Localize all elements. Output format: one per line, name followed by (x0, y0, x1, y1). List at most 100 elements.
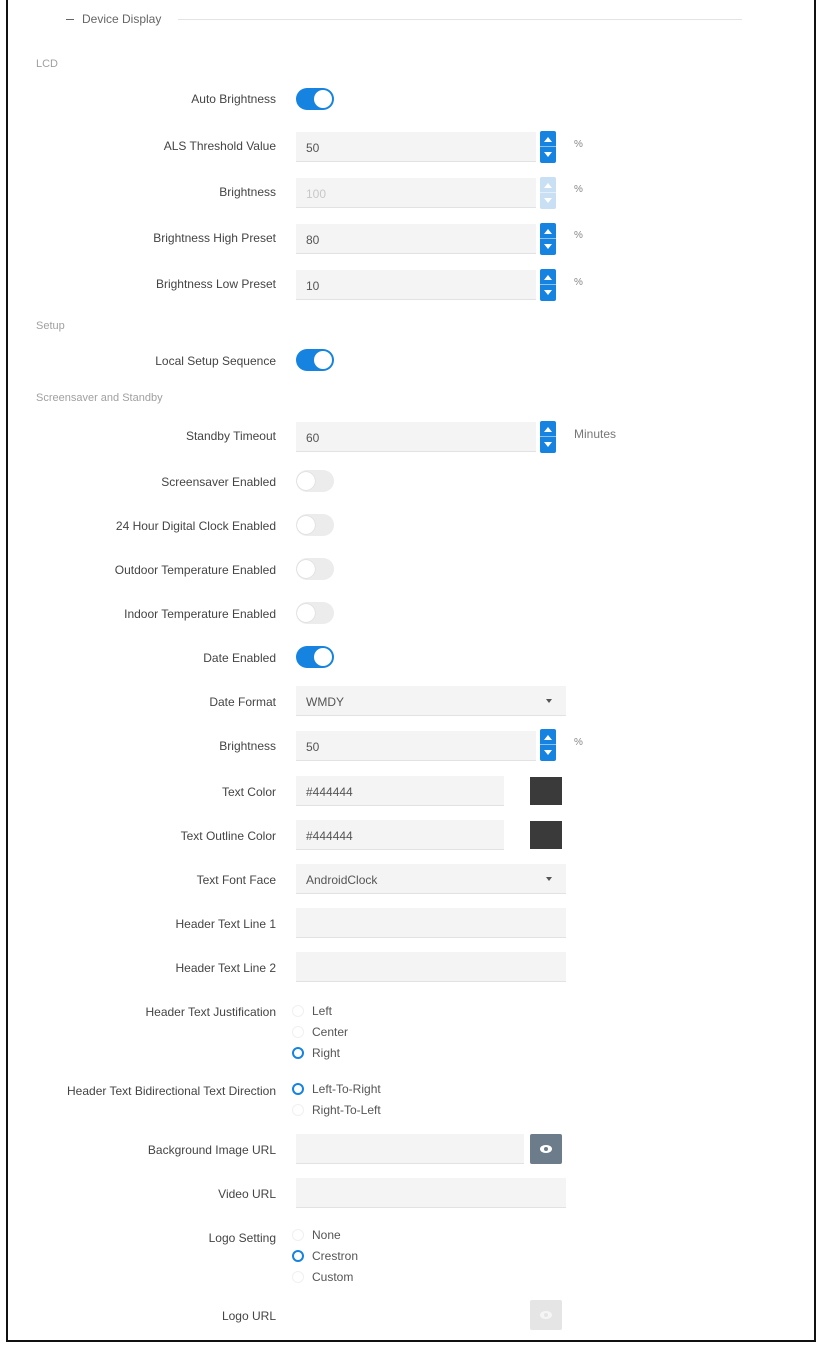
group-heading-lcd: LCD (36, 58, 59, 70)
als-threshold-label: ALS Threshold Value (163, 139, 276, 153)
eye-icon (540, 1145, 552, 1153)
section-divider (178, 19, 742, 20)
logo-setting-label: Logo Setting (208, 1231, 276, 1245)
indoor-temperature-toggle[interactable] (296, 602, 334, 624)
brightness-low-preset-stepper[interactable] (540, 269, 556, 301)
brightness-label: Brightness (219, 185, 276, 199)
chevron-down-icon[interactable] (546, 699, 552, 703)
eye-icon (540, 1311, 552, 1319)
text-outline-color-label: Text Outline Color (180, 829, 276, 843)
local-setup-sequence-toggle[interactable] (296, 349, 334, 371)
background-image-url-label: Background Image URL (147, 1143, 276, 1157)
radio-button-icon[interactable] (292, 1025, 304, 1038)
als-threshold-stepper[interactable] (540, 131, 556, 163)
justification-option-right[interactable]: Right (292, 1045, 340, 1063)
header-text-line-2-input[interactable] (296, 952, 566, 982)
indoor-temperature-label: Indoor Temperature Enabled (124, 607, 276, 621)
screensaver-brightness-unit: % (574, 737, 583, 748)
radio-button-icon[interactable] (292, 1270, 304, 1283)
brightness-low-preset-label: Brightness Low Preset (155, 277, 276, 291)
clock-enabled-toggle[interactable] (296, 514, 334, 536)
text-outline-color-input[interactable]: #444444 (296, 820, 504, 850)
date-format-label: Date Format (209, 695, 276, 709)
chevron-down-icon[interactable] (546, 877, 552, 881)
screensaver-brightness-label: Brightness (219, 739, 276, 753)
section-title: Device Display (82, 12, 162, 26)
als-threshold-unit: % (574, 139, 583, 150)
text-color-label: Text Color (221, 785, 276, 799)
date-enabled-toggle[interactable] (296, 646, 334, 668)
als-threshold-input[interactable]: 50 (296, 132, 536, 162)
section-header-device-display[interactable]: Device Display (66, 12, 161, 26)
decrement-arrow-icon[interactable] (544, 442, 552, 447)
group-heading-screensaver: Screensaver and Standby (36, 392, 163, 404)
brightness-unit: % (574, 184, 583, 195)
date-format-value: WMDY (306, 695, 344, 709)
screensaver-enabled-toggle[interactable] (296, 470, 334, 492)
brightness-high-preset-unit: % (574, 230, 583, 241)
increment-arrow-icon (544, 183, 552, 188)
decrement-arrow-icon[interactable] (544, 290, 552, 295)
group-heading-setup: Setup (36, 320, 65, 332)
auto-brightness-label: Auto Brightness (191, 92, 276, 106)
text-font-face-value: AndroidClock (306, 873, 378, 887)
radio-button-icon[interactable] (292, 1103, 304, 1116)
logo-option-none[interactable]: None (292, 1227, 341, 1245)
clock-enabled-label: 24 Hour Digital Clock Enabled (115, 519, 276, 533)
increment-arrow-icon[interactable] (544, 229, 552, 234)
standby-timeout-label: Standby Timeout (185, 429, 276, 443)
local-setup-sequence-label: Local Setup Sequence (155, 354, 276, 368)
header-text-justification-label: Header Text Justification (145, 1005, 276, 1019)
radio-button-icon[interactable] (292, 1228, 304, 1241)
direction-option-right-to-left[interactable]: Right-To-Left (292, 1102, 381, 1120)
background-image-preview-button[interactable] (530, 1134, 562, 1164)
increment-arrow-icon[interactable] (544, 275, 552, 280)
date-format-select[interactable]: WMDY (296, 686, 566, 716)
text-font-face-select[interactable]: AndroidClock (296, 864, 566, 894)
header-text-line-1-input[interactable] (296, 908, 566, 938)
radio-button-selected-icon[interactable] (292, 1249, 304, 1262)
auto-brightness-toggle[interactable] (296, 88, 334, 110)
logo-option-custom[interactable]: Custom (292, 1269, 353, 1287)
screensaver-brightness-input[interactable]: 50 (296, 731, 536, 761)
screensaver-enabled-label: Screensaver Enabled (161, 475, 276, 489)
video-url-label: Video URL (218, 1187, 276, 1201)
radio-button-icon[interactable] (292, 1004, 304, 1017)
brightness-high-preset-label: Brightness High Preset (153, 231, 276, 245)
outdoor-temperature-toggle[interactable] (296, 558, 334, 580)
screensaver-brightness-stepper[interactable] (540, 729, 556, 761)
increment-arrow-icon[interactable] (544, 137, 552, 142)
standby-timeout-stepper[interactable] (540, 421, 556, 453)
standby-timeout-input[interactable]: 60 (296, 422, 536, 452)
brightness-high-preset-input[interactable]: 80 (296, 224, 536, 254)
header-text-line-2-label: Header Text Line 2 (175, 961, 276, 975)
decrement-arrow-icon (544, 198, 552, 203)
brightness-stepper (540, 177, 556, 209)
background-image-url-input[interactable] (296, 1134, 524, 1164)
justification-option-left[interactable]: Left (292, 1003, 332, 1021)
logo-option-crestron[interactable]: Crestron (292, 1248, 358, 1266)
justification-option-center[interactable]: Center (292, 1024, 348, 1042)
text-outline-color-swatch[interactable] (530, 821, 562, 849)
text-color-swatch[interactable] (530, 777, 562, 805)
decrement-arrow-icon[interactable] (544, 244, 552, 249)
brightness-low-preset-input[interactable]: 10 (296, 270, 536, 300)
collapse-minus-icon[interactable] (66, 19, 74, 21)
text-font-face-label: Text Font Face (196, 873, 276, 887)
increment-arrow-icon[interactable] (544, 427, 552, 432)
radio-button-selected-icon[interactable] (292, 1082, 304, 1095)
header-text-line-1-label: Header Text Line 1 (175, 917, 276, 931)
decrement-arrow-icon[interactable] (544, 750, 552, 755)
logo-url-preview-button (530, 1300, 562, 1330)
date-enabled-label: Date Enabled (203, 651, 276, 665)
text-color-input[interactable]: #444444 (296, 776, 504, 806)
increment-arrow-icon[interactable] (544, 735, 552, 740)
decrement-arrow-icon[interactable] (544, 152, 552, 157)
direction-option-left-to-right[interactable]: Left-To-Right (292, 1081, 381, 1099)
standby-timeout-unit: Minutes (574, 427, 617, 441)
radio-button-selected-icon[interactable] (292, 1046, 304, 1059)
brightness-high-preset-stepper[interactable] (540, 223, 556, 255)
brightness-low-preset-unit: % (574, 277, 583, 288)
video-url-input[interactable] (296, 1178, 566, 1208)
header-text-direction-label: Header Text Bidirectional Text Direction (67, 1084, 276, 1098)
